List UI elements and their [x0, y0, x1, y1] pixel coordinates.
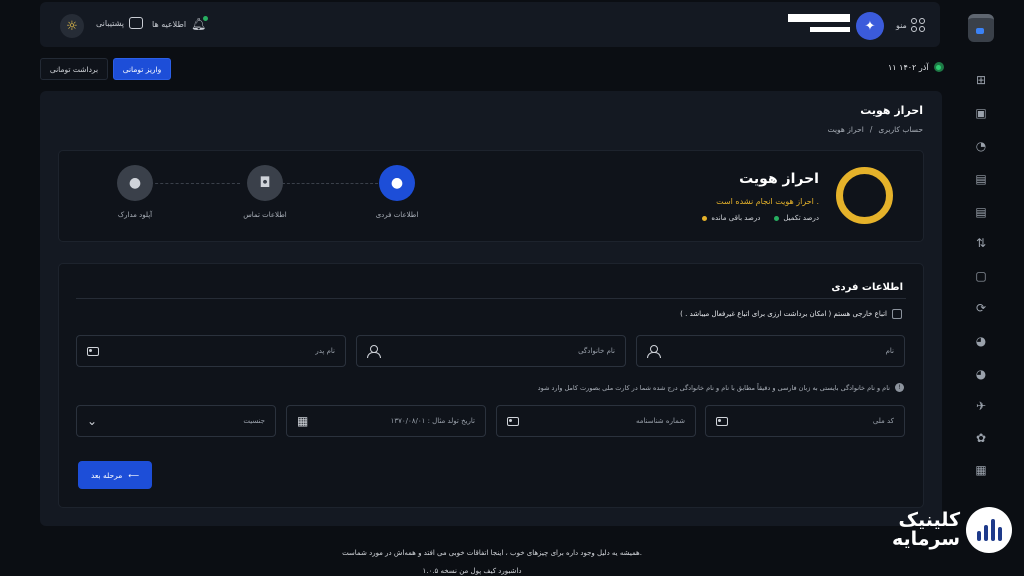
- page-title: احراز هویت: [860, 104, 923, 117]
- legend-complete: درصد تکمیل: [774, 214, 819, 222]
- exchange-icon[interactable]: ⟳: [973, 300, 989, 316]
- watermark-text: کلینیک سرمایه: [892, 511, 960, 549]
- footer-tagline: همیشه یه دلیل وجود داره برای چیزهای خوب …: [342, 549, 642, 557]
- step-label: اطلاعات تماس: [243, 211, 287, 219]
- progress-legend: درصد باقی مانده درصد تکمیل: [702, 214, 819, 222]
- birth-date-field[interactable]: ▦ تاریخ تولد مثال : ۱۳۷۰/۰۸/۰۱: [286, 405, 486, 437]
- notifications-label: اطلاعیه ها: [152, 19, 187, 29]
- menu-button[interactable]: منو: [896, 18, 925, 32]
- id-number-field[interactable]: شماره شناسنامه: [496, 405, 696, 437]
- coin-icon[interactable]: ◔: [973, 138, 989, 154]
- date-indicator: ۱۱ آذر ۱۴۰۲: [888, 62, 944, 72]
- gender-select[interactable]: ⌄ جنسیت: [76, 405, 276, 437]
- user-subtitle-redacted: [810, 27, 850, 32]
- first-name-placeholder: نام: [885, 347, 894, 355]
- foreign-checkbox-label: اتباع خارجی هستم ( امکان برداشت ارزی برا…: [680, 310, 887, 318]
- username-redacted: [788, 14, 850, 22]
- step-upload-documents[interactable]: ● آپلود مدارک: [95, 165, 175, 219]
- card-icon[interactable]: ▤: [973, 171, 989, 187]
- bell-icon: 🔔︎: [191, 16, 209, 31]
- avatar[interactable]: ✦: [856, 12, 884, 40]
- menu-label: منو: [896, 20, 907, 30]
- calendar-icon: ▦: [297, 414, 309, 428]
- support-label: پشتیبانی: [96, 18, 124, 28]
- contact-icon: ◘: [247, 165, 283, 201]
- divider: [76, 298, 906, 299]
- crypto-icon[interactable]: ◕: [973, 333, 989, 349]
- chart-icon[interactable]: ⇅: [973, 235, 989, 251]
- foreign-national-option[interactable]: اتباع خارجی هستم ( امکان برداشت ارزی برا…: [680, 309, 902, 319]
- next-step-label: مرحله بعد: [90, 470, 123, 480]
- status-title: احراز هویت: [739, 171, 819, 187]
- user-icon: ●: [379, 165, 415, 201]
- name-hint: نام و نام خانوادگی بایستی به زبان فارسی …: [538, 383, 904, 392]
- id-card-icon: [507, 416, 519, 426]
- national-code-field[interactable]: کد ملی: [705, 405, 905, 437]
- next-step-button[interactable]: مرحله بعد ⟵: [78, 461, 152, 489]
- notifications-button[interactable]: اطلاعیه ها 🔔︎: [152, 16, 209, 31]
- top-bar: ☼ پشتیبانی اطلاعیه ها 🔔︎ ✦ منو: [40, 2, 940, 47]
- theme-toggle-icon[interactable]: ☼: [60, 14, 84, 38]
- breadcrumb-current: احراز هویت: [827, 125, 864, 134]
- breadcrumb-separator: /: [869, 125, 873, 134]
- legend-remaining: درصد باقی مانده: [702, 214, 760, 222]
- form-title: اطلاعات فردی: [831, 282, 903, 293]
- hint-text: نام و نام خانوادگی بایستی به زبان فارسی …: [537, 383, 890, 392]
- foreign-checkbox[interactable]: [892, 309, 902, 319]
- id-number-placeholder: شماره شناسنامه: [635, 417, 685, 425]
- birth-date-placeholder: تاریخ تولد مثال : ۱۳۷۰/۰۸/۰۱: [390, 417, 475, 425]
- last-name-field[interactable]: نام خانوادگی: [356, 335, 626, 367]
- status-warning: احراز هویت انجام نشده است .: [716, 197, 819, 206]
- withdraw-button[interactable]: برداشت تومانی: [40, 58, 108, 80]
- id-card-icon: [87, 346, 99, 356]
- watermark: کلینیک سرمایه: [892, 503, 1014, 557]
- step-contact-info[interactable]: ◘ اطلاعات تماس: [225, 165, 305, 219]
- gender-placeholder: جنسیت: [243, 417, 265, 425]
- user-icon: ●: [117, 165, 153, 201]
- father-name-field[interactable]: نام پدر: [76, 335, 346, 367]
- wallet-icon[interactable]: ▣: [973, 105, 989, 121]
- id-card-icon: [716, 416, 728, 426]
- watermark-line2: سرمایه: [892, 528, 961, 550]
- breadcrumb: احراز هویت / حساب کاربری: [828, 125, 923, 134]
- footer-version: داشبورد کیف پول من نسخه ۱.۰.۵: [422, 567, 522, 575]
- breadcrumb-account[interactable]: حساب کاربری: [878, 125, 923, 134]
- calendar-icon[interactable]: ▦: [973, 462, 989, 478]
- support-button[interactable]: پشتیبانی: [96, 17, 143, 29]
- gift-icon[interactable]: ✿: [973, 430, 989, 446]
- step-label: آپلود مدارک: [117, 211, 153, 219]
- chat-icon: [128, 17, 143, 29]
- dashboard-icon[interactable]: ⊞: [973, 72, 989, 88]
- info-icon: !: [895, 383, 904, 392]
- last-name-placeholder: نام خانوادگی: [578, 347, 615, 355]
- transfer-icon[interactable]: ◕: [973, 366, 989, 382]
- date-label: ۱۱ آذر ۱۴۰۲: [888, 62, 929, 72]
- chevron-down-icon: ⌄: [87, 414, 98, 428]
- step-personal-info[interactable]: ● اطلاعات فردی: [357, 165, 437, 219]
- national-code-placeholder: کد ملی: [872, 417, 894, 425]
- status-dot-icon: [933, 62, 944, 72]
- person-icon: [367, 345, 381, 358]
- receipt-icon[interactable]: ▢: [973, 268, 989, 284]
- verification-status-card: [58, 150, 924, 242]
- apps-grid-icon: [910, 18, 925, 32]
- watermark-logo-icon: [966, 507, 1013, 553]
- first-name-field[interactable]: نام: [636, 335, 905, 367]
- person-icon: [647, 345, 661, 358]
- step-label: اطلاعات فردی: [375, 211, 419, 219]
- bank-card-icon[interactable]: ▤: [973, 204, 989, 220]
- father-name-placeholder: نام پدر: [315, 347, 335, 355]
- deposit-button[interactable]: واریز تومانی: [113, 58, 171, 80]
- arrow-left-icon: ⟵: [128, 470, 140, 480]
- progress-ring: [836, 167, 893, 224]
- plane-icon[interactable]: ✈: [973, 398, 989, 414]
- wallet-logo-icon[interactable]: [968, 14, 994, 42]
